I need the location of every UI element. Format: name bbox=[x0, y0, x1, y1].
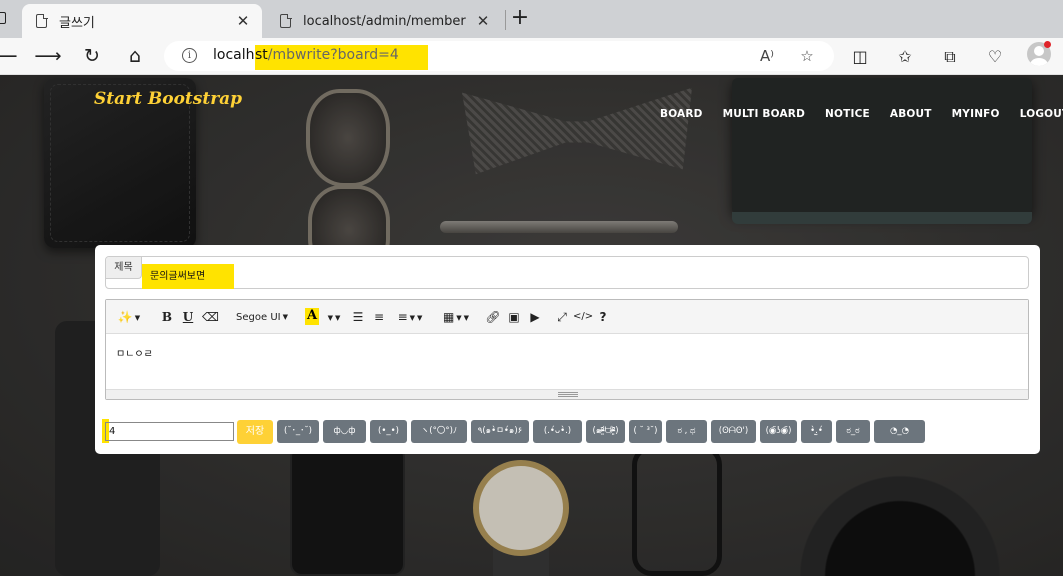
emoticon-buttons: (˘･_･˘) ф◡ф (•_•) ヽ(°〇°)ﾉ ٩(๑•̀ㅁ•́๑)۶ (.… bbox=[277, 420, 925, 444]
grip-icon bbox=[558, 392, 578, 397]
editor-toolbar: ✨ ▼ B U ⌫ Segoe UI ▼ A ▼ ▼ ☰ ≡ ≡ ▼ ▼ ▦ ▼ ▼ 🔗︎ ▣… bbox=[106, 300, 1028, 334]
title-input-group: 제목 bbox=[105, 256, 1029, 289]
editor-content[interactable]: ㅁㄴㅇㄹ bbox=[106, 334, 1028, 389]
emoticon-button[interactable]: ٩(๑•̀ㅁ•́๑)۶ bbox=[471, 420, 529, 443]
collections-icon[interactable]: ⧉ bbox=[937, 44, 963, 70]
tab-admin-member[interactable]: localhost/admin/member ✕ bbox=[266, 4, 502, 38]
favorite-star-icon[interactable]: ☆ bbox=[796, 45, 818, 67]
bullet-list-icon[interactable]: ☰ bbox=[350, 308, 366, 326]
emoticon-button[interactable]: ф◡ф bbox=[323, 420, 366, 443]
notification-dot bbox=[1044, 41, 1051, 48]
emoticon-button[interactable]: (.•́ᴗ•̀.) bbox=[533, 420, 582, 443]
url-query: /mbwrite?board=4 bbox=[267, 47, 399, 63]
title-input[interactable] bbox=[142, 263, 1022, 285]
paragraph-align-icon[interactable]: ≡ ▼ ▼ bbox=[393, 308, 427, 326]
font-name-dropdown[interactable]: Segoe UI ▼ bbox=[230, 308, 294, 326]
board-input[interactable] bbox=[105, 422, 234, 441]
split-screen-icon[interactable]: ◫ bbox=[847, 44, 873, 70]
emoticon-button[interactable]: (◉̃ʖ◉̃) bbox=[760, 420, 797, 443]
tab-title: 글쓰기 bbox=[59, 15, 95, 31]
nav-multi-board[interactable]: MULTI BOARD bbox=[713, 108, 815, 124]
video-icon[interactable]: ▶ bbox=[526, 308, 544, 326]
tab-title: localhost/admin/member bbox=[303, 13, 466, 29]
favorites-icon[interactable]: ✩ bbox=[892, 44, 918, 70]
emoticon-button[interactable]: (๑ᵒ̴̶̷͈᷄ᗨᵒ̴̶̷͈᷅) bbox=[586, 420, 625, 443]
title-label: 제목 bbox=[106, 257, 142, 279]
read-aloud-icon[interactable]: A⁾ bbox=[756, 45, 778, 67]
close-icon[interactable]: ✕ bbox=[232, 12, 254, 30]
page-background: Start Bootstrap BOARD MULTI BOARD NOTICE… bbox=[0, 75, 1063, 576]
nav-myinfo[interactable]: MYINFO bbox=[942, 108, 1010, 124]
font-name: Segoe UI bbox=[236, 312, 281, 323]
text-color-icon[interactable]: A bbox=[305, 308, 319, 325]
home-icon[interactable]: ⌂ bbox=[121, 42, 149, 70]
table-icon[interactable]: ▦ ▼ ▼ bbox=[439, 308, 473, 326]
save-button[interactable]: 저장 bbox=[237, 420, 273, 444]
emoticon-button[interactable]: ( ˘ ³˘) bbox=[629, 420, 662, 443]
picture-icon[interactable]: ▣ bbox=[506, 308, 522, 326]
site-brand[interactable]: Start Bootstrap bbox=[94, 89, 242, 109]
tab-write[interactable]: 글쓰기 ✕ bbox=[22, 4, 262, 38]
underline-icon[interactable]: U bbox=[181, 308, 195, 326]
new-tab-button[interactable]: + bbox=[509, 6, 531, 32]
nav-logout[interactable]: LOGOUT bbox=[1010, 108, 1063, 124]
bold-icon[interactable]: B bbox=[160, 308, 174, 326]
emoticon-button[interactable]: (•_•) bbox=[370, 420, 407, 443]
rich-text-editor: ✨ ▼ B U ⌫ Segoe UI ▼ A ▼ ▼ ☰ ≡ ≡ ▼ ▼ ▦ ▼ ▼ 🔗︎ ▣… bbox=[105, 299, 1029, 400]
editor-resize-handle[interactable] bbox=[106, 389, 1028, 399]
eraser-icon[interactable]: ⌫ bbox=[202, 308, 219, 326]
emoticon-button[interactable]: ಠ_ಠ bbox=[836, 420, 870, 443]
magic-style-icon[interactable]: ✨ ▼ bbox=[114, 308, 144, 326]
tab-strip: 글쓰기 ✕ localhost/admin/member ✕ + bbox=[0, 0, 1063, 38]
page-icon bbox=[280, 13, 292, 28]
fullscreen-icon[interactable]: ⤢ bbox=[554, 308, 570, 326]
site-nav: BOARD MULTI BOARD NOTICE ABOUT MYINFO LO… bbox=[650, 108, 1063, 124]
emoticon-button[interactable]: (˘･_･˘) bbox=[277, 420, 319, 443]
address-bar[interactable]: i localho st/mbwrite?board=4 A⁾ ☆ bbox=[164, 41, 834, 71]
forward-icon[interactable]: ⟶ bbox=[34, 42, 62, 70]
page-icon bbox=[36, 13, 48, 28]
emoticon-button[interactable]: (ʘᗩʘ') bbox=[711, 420, 756, 443]
url-path: st/mbwrite?board=4 bbox=[255, 47, 399, 63]
back-icon[interactable]: ⟵ bbox=[0, 42, 18, 70]
info-icon[interactable]: i bbox=[182, 48, 197, 63]
help-icon[interactable]: ? bbox=[596, 308, 610, 326]
tab-separator bbox=[505, 10, 506, 30]
close-icon[interactable]: ✕ bbox=[472, 12, 494, 30]
url-host-tail: st bbox=[255, 47, 268, 63]
browser-essentials-icon[interactable]: ♡ bbox=[982, 44, 1008, 70]
nav-board[interactable]: BOARD bbox=[650, 108, 713, 124]
ordered-list-icon[interactable]: ≡ bbox=[371, 308, 387, 326]
emoticon-button[interactable]: ヽ(°〇°)ﾉ bbox=[411, 420, 467, 443]
color-dropdown-icon[interactable]: ▼ ▼ bbox=[325, 308, 341, 326]
code-view-icon[interactable]: </> bbox=[573, 308, 593, 326]
emoticon-button[interactable]: ಠ , ಥ bbox=[666, 420, 707, 443]
nav-about[interactable]: ABOUT bbox=[880, 108, 942, 124]
reload-icon[interactable]: ↻ bbox=[78, 42, 106, 70]
emoticon-button[interactable]: ◔_◔ bbox=[874, 420, 925, 443]
nav-notice[interactable]: NOTICE bbox=[815, 108, 880, 124]
link-icon[interactable]: 🔗︎ bbox=[485, 308, 501, 326]
window-menu-icon[interactable] bbox=[0, 12, 6, 24]
emoticon-button[interactable]: •̀.̫•́ bbox=[801, 420, 832, 443]
browser-toolbar: ⟵ ⟶ ↻ ⌂ i localho st/mbwrite?board=4 A⁾ … bbox=[0, 38, 1063, 75]
write-form-card: 제목 ✨▼ B U ⌫ Segoe UI▼ A ▼▼ ☰ ≡ ≡▼▼ ▦▼▼ 🔗… bbox=[95, 245, 1040, 454]
